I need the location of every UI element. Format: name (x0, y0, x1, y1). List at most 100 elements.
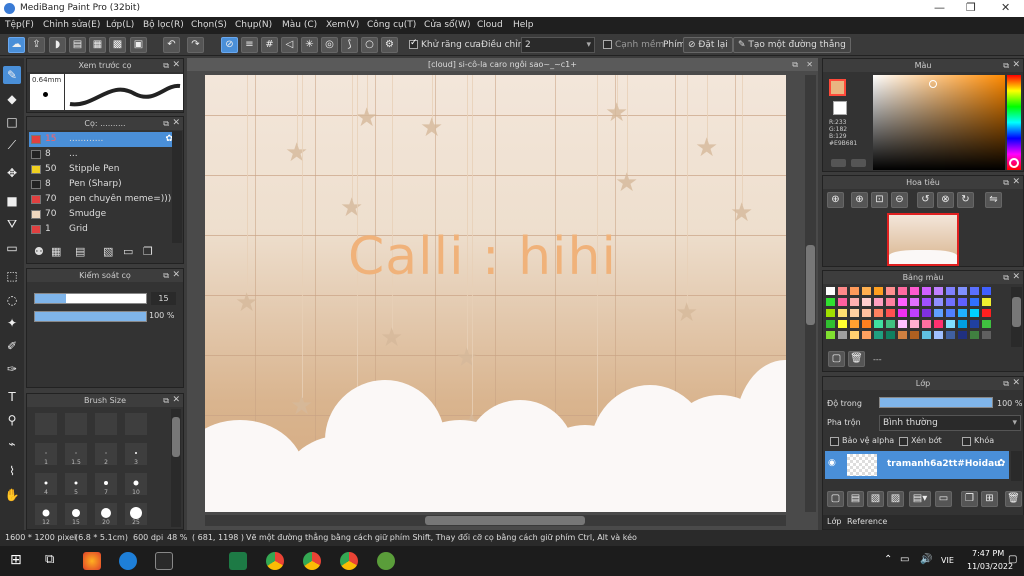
select-tool-icon[interactable]: ⬚ (3, 267, 21, 285)
menu-file[interactable]: Tệp(F) (5, 20, 34, 30)
new-8bit-layer-icon[interactable]: ▧ (867, 491, 884, 507)
flip-icon[interactable]: ⇋ (985, 192, 1002, 208)
ellipse-snap-icon[interactable]: ○ (361, 37, 378, 53)
palette-color-swatch[interactable] (946, 309, 955, 317)
chrome-profile-icon[interactable] (303, 552, 321, 570)
radial-snap-icon[interactable]: ✳ (301, 37, 318, 53)
network-icon[interactable]: ▭ (900, 554, 909, 565)
palette-color-swatch[interactable] (826, 309, 835, 317)
palette-color-swatch[interactable] (826, 331, 835, 339)
palette-color-swatch[interactable] (850, 298, 859, 306)
tab-layer[interactable]: Lớp (827, 517, 841, 526)
crosshatch-snap-icon[interactable]: # (261, 37, 278, 53)
palette-color-swatch[interactable] (862, 287, 871, 295)
adjust-select[interactable]: 2 ▾ (521, 37, 595, 53)
palette-color-swatch[interactable] (934, 309, 943, 317)
palette-color-swatch[interactable] (862, 331, 871, 339)
clip-checkbox[interactable] (899, 437, 908, 446)
new-1bit-layer-icon[interactable]: ▨ (887, 491, 904, 507)
palette-color-swatch[interactable] (958, 298, 967, 306)
add-palette-icon[interactable]: ▢ (828, 351, 845, 367)
dropper-tool-icon[interactable]: ⌁ (3, 435, 21, 453)
eraser-tool-icon[interactable]: ◆ (3, 90, 21, 108)
palette-color-swatch[interactable] (946, 287, 955, 295)
palette-color-swatch[interactable] (886, 298, 895, 306)
brush-size-option[interactable]: 7 (95, 473, 117, 496)
palette-color-swatch[interactable] (958, 287, 967, 295)
brush-size-value[interactable]: 15 (151, 292, 176, 305)
color-hue-slider[interactable] (1007, 75, 1021, 170)
grid-icon[interactable]: ▩ (109, 37, 126, 53)
import-brush-icon[interactable]: ▧ (103, 245, 113, 258)
palette-color-swatch[interactable] (970, 298, 979, 306)
close-icon[interactable]: ✕ (172, 59, 180, 72)
lock-checkbox[interactable] (962, 437, 971, 446)
brush-size-option[interactable]: 5 (65, 473, 87, 496)
palette-color-swatch[interactable] (898, 320, 907, 328)
select-eraser-tool-icon[interactable]: ✑ (3, 360, 21, 378)
palette-color-swatch[interactable] (910, 287, 919, 295)
color-mode-button[interactable] (831, 159, 846, 167)
canvas-paper[interactable]: ★★★★★★★★★★★★★★★★ Calli : hihi (205, 75, 786, 512)
palette-color-swatch[interactable] (910, 298, 919, 306)
antialias-checkbox[interactable] (409, 38, 418, 49)
clock-date[interactable]: 11/03/2022 (967, 562, 1013, 571)
navigator-thumbnail[interactable] (887, 213, 959, 266)
popout-icon[interactable]: ⧉ (163, 117, 169, 130)
parallel-snap-icon[interactable]: ≡ (241, 37, 258, 53)
palette-scrollbar[interactable] (1011, 287, 1022, 347)
comment-icon[interactable]: ◗ (49, 37, 66, 53)
palette-color-swatch[interactable] (958, 309, 967, 317)
palette-color-swatch[interactable] (982, 309, 991, 317)
palette-color-swatch[interactable] (874, 320, 883, 328)
background-color-swatch[interactable] (833, 101, 847, 115)
close-icon[interactable]: ✕ (1012, 59, 1020, 72)
cloud-icon[interactable]: ☁ (8, 37, 25, 53)
brush-list-item[interactable]: 70 pen chuyên meme=))) (29, 192, 177, 207)
new-layer-icon[interactable]: ▢ (827, 491, 844, 507)
store-icon[interactable] (155, 552, 173, 570)
new-halftone-layer-icon[interactable]: ▤ (847, 491, 864, 507)
chevron-up-icon[interactable]: ⌃ (884, 554, 892, 565)
menu-window[interactable]: Cửa sổ(W) (424, 20, 470, 30)
palette-color-swatch[interactable] (970, 331, 979, 339)
palette-color-swatch[interactable] (910, 320, 919, 328)
palette-color-swatch[interactable] (922, 331, 931, 339)
brush-size-scrollbar[interactable] (171, 409, 181, 527)
palette-color-swatch[interactable] (970, 309, 979, 317)
palette-color-swatch[interactable] (934, 287, 943, 295)
color-saturation-picker[interactable] (873, 75, 1005, 170)
menu-layer[interactable]: Lớp(L) (106, 20, 134, 30)
palette-color-swatch[interactable] (874, 298, 883, 306)
layer-scrollbar[interactable] (1011, 451, 1022, 481)
brush-settings-icon[interactable]: ▦ (51, 245, 61, 258)
palette-color-swatch[interactable] (946, 320, 955, 328)
palette-color-swatch[interactable] (826, 320, 835, 328)
rotate-reset-icon[interactable]: ⊗ (937, 192, 954, 208)
palette-color-swatch[interactable] (946, 331, 955, 339)
close-icon[interactable]: ✕ (1012, 377, 1020, 390)
menu-select[interactable]: Chọn(S) (191, 20, 227, 30)
palette-color-swatch[interactable] (922, 287, 931, 295)
palette-color-swatch[interactable] (874, 287, 883, 295)
clock-time[interactable]: 7:47 PM (972, 549, 1004, 558)
hand-tool-icon[interactable]: ✋ (3, 486, 21, 504)
palette-color-swatch[interactable] (934, 331, 943, 339)
brush-size-option[interactable]: 1 (35, 443, 57, 466)
palette-color-swatch[interactable] (982, 298, 991, 306)
palette-color-swatch[interactable] (838, 298, 847, 306)
windows-start-icon[interactable]: ⊞ (10, 552, 22, 568)
menu-cloud[interactable]: Cloud (477, 20, 503, 30)
brush-list-item[interactable]: 50 Stipple Pen (29, 162, 177, 177)
layer-folder-icon[interactable]: ▭ (935, 491, 952, 507)
palette-color-swatch[interactable] (922, 309, 931, 317)
color-swap-button[interactable] (851, 159, 866, 167)
canvas-vertical-scrollbar[interactable] (805, 75, 816, 512)
brush-size-option[interactable]: 25 (125, 503, 147, 526)
palette-color-swatch[interactable] (982, 287, 991, 295)
duplicate-layer-icon[interactable]: ❐ (961, 491, 978, 507)
palette-color-swatch[interactable] (850, 320, 859, 328)
volume-icon[interactable]: 🔊 (920, 554, 932, 565)
zoom-out-icon[interactable]: ⊕ (851, 192, 868, 208)
palette-color-swatch[interactable] (910, 309, 919, 317)
